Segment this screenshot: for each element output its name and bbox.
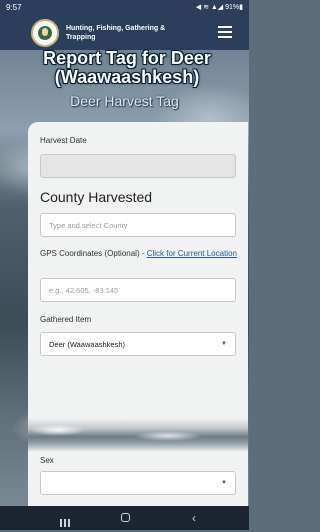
torn-paper-decoration (28, 418, 248, 452)
gps-input[interactable]: e.g., 42.605, -83.145 (40, 278, 236, 302)
home-icon[interactable] (121, 513, 130, 522)
sex-label: Sex (40, 456, 54, 465)
county-input[interactable]: Type and select County (40, 213, 236, 237)
recent-apps-icon[interactable] (60, 514, 72, 527)
gps-label: GPS Coordinates (Optional) - Click for C… (40, 248, 240, 259)
app-title: Hunting, Fishing, Gathering & Trapping (66, 25, 166, 41)
harvest-date-label: Harvest Date (40, 136, 87, 145)
status-bar: 9:57 ◀ ≋ ▲◢ 91%▮ (0, 0, 249, 16)
current-location-link[interactable]: Click for Current Location (147, 249, 237, 258)
harvest-date-field[interactable] (40, 154, 236, 178)
logo-figure (42, 28, 48, 36)
gps-label-text: GPS Coordinates (Optional) - (40, 249, 147, 258)
gathered-item-label: Gathered Item (40, 315, 92, 324)
back-icon[interactable]: ‹ (192, 511, 196, 525)
gathered-item-value: Deer (Waawaashkesh) (49, 340, 125, 349)
android-nav-bar: ‹ (0, 506, 249, 530)
county-heading: County Harvested (40, 189, 153, 205)
gathered-item-select[interactable]: Deer (Waawaashkesh) ▼ (40, 332, 236, 356)
page-subtitle: Deer Harvest Tag (70, 93, 179, 109)
status-time: 9:57 (6, 3, 22, 12)
app-bar: Hunting, Fishing, Gathering & Trapping (0, 16, 249, 50)
chevron-down-icon: ▼ (221, 480, 227, 486)
app-logo[interactable] (31, 19, 59, 47)
page-title: Report Tag for Deer (Waawaashkesh) (43, 48, 211, 87)
chevron-down-icon: ▼ (221, 341, 227, 347)
hamburger-menu-icon[interactable] (218, 26, 232, 38)
status-indicators: ◀ ≋ ▲◢ 91%▮ (195, 4, 243, 11)
form-card: Harvest Date County Harvested Type and s… (28, 122, 248, 506)
sex-select[interactable]: ▼ (40, 471, 236, 495)
